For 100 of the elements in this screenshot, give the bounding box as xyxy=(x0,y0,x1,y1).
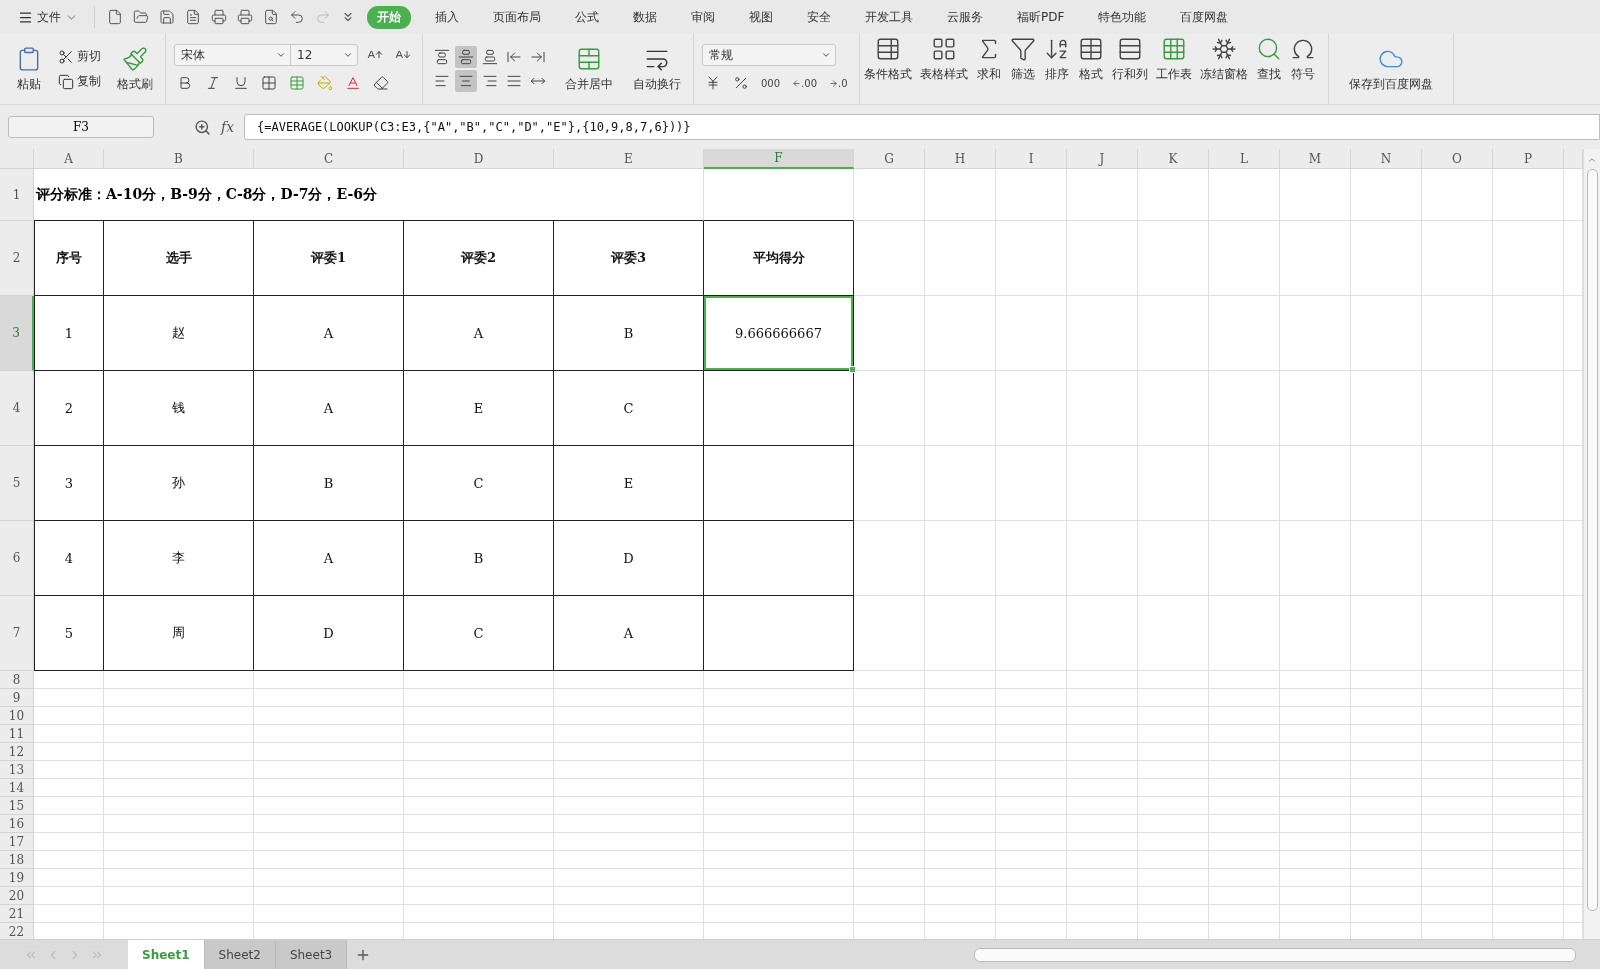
table-cell[interactable]: A xyxy=(254,296,404,371)
empty-cell[interactable] xyxy=(925,851,996,869)
vertical-scrollbar[interactable] xyxy=(1586,169,1598,911)
ribbon-tab[interactable]: 审阅 xyxy=(681,5,725,29)
empty-cell[interactable] xyxy=(925,887,996,905)
sheet-tab[interactable]: Sheet3 xyxy=(275,940,348,969)
zoom-icon[interactable] xyxy=(194,118,211,136)
empty-cell[interactable] xyxy=(854,833,925,851)
empty-cell[interactable] xyxy=(1493,596,1564,671)
table-cell[interactable]: 李 xyxy=(104,521,254,596)
empty-cell[interactable] xyxy=(1493,851,1564,869)
empty-cell[interactable] xyxy=(925,725,996,743)
table-cell[interactable] xyxy=(704,371,854,446)
format-painter-button[interactable]: 格式刷 xyxy=(113,43,157,95)
table-cell[interactable]: C xyxy=(404,596,554,671)
row-header[interactable]: 18 xyxy=(0,851,34,869)
table-cell[interactable]: 4 xyxy=(34,521,104,596)
empty-cell[interactable] xyxy=(704,887,854,905)
column-header[interactable]: K xyxy=(1138,149,1209,169)
empty-cell[interactable] xyxy=(925,521,996,596)
empty-cell[interactable] xyxy=(925,689,996,707)
empty-cell[interactable] xyxy=(1067,707,1138,725)
empty-cell[interactable] xyxy=(104,887,254,905)
empty-cell[interactable] xyxy=(554,707,704,725)
empty-cell[interactable] xyxy=(1280,371,1351,446)
empty-cell[interactable] xyxy=(996,707,1067,725)
name-box[interactable]: F3 xyxy=(8,116,154,138)
empty-cell[interactable] xyxy=(1209,833,1280,851)
ribbon-tool-button[interactable]: 冻结窗格 xyxy=(1195,34,1252,104)
empty-cell[interactable] xyxy=(1209,671,1280,689)
empty-cell[interactable] xyxy=(554,815,704,833)
empty-cell[interactable] xyxy=(404,905,554,923)
table-cell[interactable]: C xyxy=(554,371,704,446)
empty-cell[interactable] xyxy=(996,725,1067,743)
empty-cell[interactable] xyxy=(404,833,554,851)
empty-cell[interactable] xyxy=(925,671,996,689)
empty-cell[interactable] xyxy=(1138,779,1209,797)
empty-cell[interactable] xyxy=(554,905,704,923)
empty-cell[interactable] xyxy=(925,707,996,725)
row-header[interactable]: 14 xyxy=(0,779,34,797)
empty-cell[interactable] xyxy=(554,779,704,797)
empty-cell[interactable] xyxy=(104,761,254,779)
empty-cell[interactable] xyxy=(854,743,925,761)
empty-cell[interactable] xyxy=(1280,671,1351,689)
empty-cell[interactable] xyxy=(1138,296,1209,371)
empty-cell[interactable] xyxy=(925,446,996,521)
empty-cell[interactable] xyxy=(554,689,704,707)
sheet-tab[interactable]: Sheet2 xyxy=(204,940,276,969)
empty-cell[interactable] xyxy=(1493,779,1564,797)
empty-cell[interactable] xyxy=(1422,905,1493,923)
empty-cell[interactable] xyxy=(1138,815,1209,833)
empty-cell[interactable] xyxy=(1209,797,1280,815)
empty-cell[interactable] xyxy=(1351,887,1422,905)
empty-cell[interactable] xyxy=(1280,725,1351,743)
empty-cell[interactable] xyxy=(854,725,925,743)
column-title-cell[interactable]: 平均得分 xyxy=(704,221,854,296)
row-header[interactable]: 2 xyxy=(0,221,34,296)
empty-cell[interactable] xyxy=(1351,689,1422,707)
empty-cell[interactable] xyxy=(104,905,254,923)
empty-cell[interactable] xyxy=(1493,707,1564,725)
empty-cell[interactable] xyxy=(854,446,925,521)
empty-cell[interactable] xyxy=(1209,851,1280,869)
ribbon-tab[interactable]: 安全 xyxy=(797,5,841,29)
empty-cell[interactable] xyxy=(254,851,404,869)
horizontal-scrollbar[interactable] xyxy=(974,947,1576,962)
empty-cell[interactable] xyxy=(1422,887,1493,905)
empty-cell[interactable] xyxy=(854,869,925,887)
empty-cell[interactable] xyxy=(1280,779,1351,797)
empty-cell[interactable] xyxy=(1209,521,1280,596)
empty-cell[interactable] xyxy=(996,815,1067,833)
empty-cell[interactable] xyxy=(1067,833,1138,851)
empty-cell[interactable] xyxy=(1422,869,1493,887)
empty-cell[interactable] xyxy=(1280,689,1351,707)
empty-cell[interactable] xyxy=(104,797,254,815)
empty-cell[interactable] xyxy=(1493,797,1564,815)
column-header[interactable]: H xyxy=(925,149,996,169)
save-to-cloud-button[interactable]: 保存到百度网盘 xyxy=(1344,43,1437,95)
empty-cell[interactable] xyxy=(1067,296,1138,371)
note-cell[interactable]: 评分标准：A-10分，B-9分，C-8分，D-7分，E-6分 xyxy=(34,169,554,221)
empty-cell[interactable] xyxy=(1138,596,1209,671)
empty-cell[interactable] xyxy=(1209,296,1280,371)
empty-cell[interactable] xyxy=(1280,743,1351,761)
empty-cell[interactable] xyxy=(1493,689,1564,707)
table-cell[interactable] xyxy=(704,446,854,521)
ribbon-tool-button[interactable]: 筛选 xyxy=(1005,34,1040,104)
column-header[interactable]: E xyxy=(554,149,704,169)
empty-cell[interactable] xyxy=(254,797,404,815)
column-title-cell[interactable]: 选手 xyxy=(104,221,254,296)
empty-cell[interactable] xyxy=(996,905,1067,923)
row-header[interactable]: 16 xyxy=(0,815,34,833)
empty-cell[interactable] xyxy=(1209,905,1280,923)
empty-cell[interactable] xyxy=(254,743,404,761)
empty-cell[interactable] xyxy=(925,371,996,446)
ribbon-tool-button[interactable]: 行和列 xyxy=(1107,34,1152,104)
empty-cell[interactable] xyxy=(1138,371,1209,446)
file-menu[interactable]: 文件 xyxy=(12,6,84,28)
ribbon-tool-button[interactable]: 工作表 xyxy=(1151,34,1196,104)
ribbon-tab[interactable]: 云服务 xyxy=(937,5,993,29)
empty-cell[interactable] xyxy=(1138,707,1209,725)
empty-cell[interactable] xyxy=(704,169,854,221)
